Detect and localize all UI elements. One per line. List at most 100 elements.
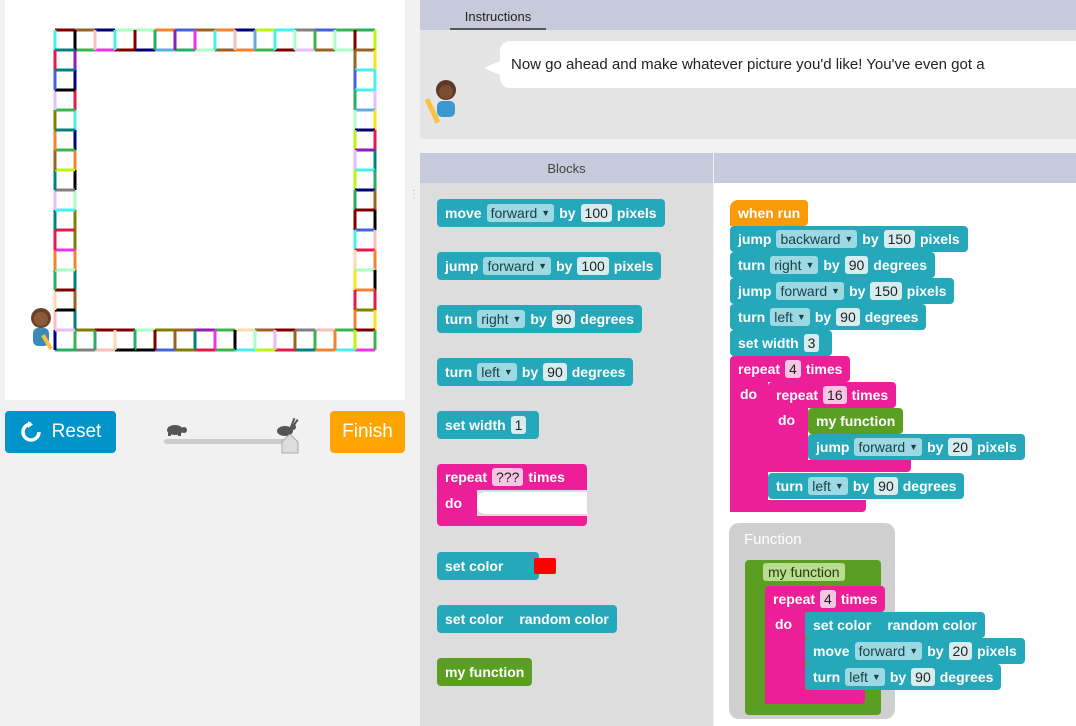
block-keyword: by [823,257,840,273]
block-keyword: repeat [773,591,816,607]
turtle-icon [164,420,188,441]
angle-input[interactable]: 90 [874,477,898,495]
set-width-block[interactable]: set width 3 [730,330,833,356]
random-color-value: random color [887,617,977,633]
direction-dropdown[interactable]: forward ▼ [854,438,923,456]
direction-dropdown[interactable]: backward ▼ [776,230,858,248]
toolbox-move-block[interactable]: move forward ▼ by 100 pixels [437,199,665,227]
turn-left-90-block[interactable]: turn left ▼ by 90 degrees [768,473,965,499]
toolbox-set-color-block[interactable]: set color [437,552,556,580]
direction-dropdown[interactable]: forward ▼ [776,282,845,300]
reset-label: Reset [51,421,102,442]
toolbox-set-width-block[interactable]: set width 1 [437,411,540,439]
dropdown-arrow-icon: ▼ [844,234,854,244]
jump-forward-block[interactable]: jump forward ▼ by 150 pixels [730,278,955,304]
block-keyword: by [889,669,907,685]
turn-right-block[interactable]: turn right ▼ by 90 degrees [730,252,935,278]
block-keyword: jump [738,231,772,247]
tab-instructions[interactable]: Instructions [450,5,546,30]
color-swatch[interactable] [534,558,556,574]
angle-input[interactable]: 90 [551,310,576,328]
block-keyword: times [840,591,878,607]
distance-input[interactable]: 150 [870,282,902,300]
reset-button[interactable]: Reset [5,411,116,453]
block-keyword: set color [813,617,872,633]
direction-dropdown[interactable]: left ▼ [770,308,810,326]
block-keyword: repeat [738,361,781,377]
block-keyword: times [851,387,889,403]
toolbox-set-random-color-block[interactable]: set color random color [437,605,617,633]
direction-dropdown[interactable]: forward ▼ [483,257,552,275]
width-input[interactable]: 3 [803,334,820,352]
function-turn-block[interactable]: turn left ▼ by 90 degrees [805,664,1002,690]
instruction-bubble: Now go ahead and make whatever picture y… [500,41,1076,88]
dropdown-arrow-icon: ▼ [538,261,548,271]
angle-input[interactable]: 90 [844,256,869,274]
slider-thumb[interactable] [280,433,300,459]
repeat-count-input[interactable]: ??? [492,468,524,486]
artist-drawing [53,28,377,352]
direction-dropdown[interactable]: forward ▼ [486,204,555,222]
function-move-block[interactable]: move forward ▼ by 20 pixels [805,638,1025,664]
direction-dropdown[interactable]: forward ▼ [854,642,923,660]
distance-input[interactable]: 100 [577,257,609,275]
repeat-count-input[interactable]: 4 [820,590,836,608]
block-keyword: by [862,231,879,247]
block-keyword: pixels [616,205,657,221]
distance-input[interactable]: 20 [948,438,972,456]
finish-button[interactable]: Finish [330,411,405,453]
dropdown-arrow-icon: ▼ [834,481,844,491]
turn-left-block[interactable]: turn left ▼ by 90 degrees [730,304,927,330]
character-avatar-icon [424,80,456,124]
block-keyword: my function [445,664,525,680]
dropdown-arrow-icon: ▼ [871,672,881,682]
jump-backward-block[interactable]: jump backward ▼ by 150 pixels [730,226,968,252]
block-keyword: when run [738,205,801,221]
block-keyword: move [445,205,482,221]
block-keyword: turn [813,669,841,685]
width-input[interactable]: 1 [510,416,527,434]
block-keyword: pixels [613,258,654,274]
function-frame-label: Function [744,531,802,548]
instruction-text: Now go ahead and make whatever picture y… [511,56,985,73]
direction-dropdown[interactable]: left ▼ [808,477,848,495]
toolbox-my-function-block[interactable]: my function [437,658,533,686]
toolbox-turn-right-block[interactable]: turn right ▼ by 90 degrees [437,305,642,333]
when-run-block[interactable]: when run [730,200,809,226]
block-keyword: turn [776,478,804,494]
block-keyword: by [849,283,866,299]
toolbox-turn-left-block[interactable]: turn left ▼ by 90 degrees [437,358,634,386]
speed-slider[interactable] [162,417,302,454]
call-my-function-block[interactable]: my function [808,408,904,434]
block-keyword: turn [445,311,473,327]
direction-dropdown[interactable]: left ▼ [845,668,885,686]
drawing-canvas [5,0,405,400]
repeat-count-input[interactable]: 16 [823,386,847,404]
block-keyword: degrees [902,478,957,494]
direction-dropdown[interactable]: right ▼ [477,310,526,328]
dropdown-arrow-icon: ▼ [512,314,522,324]
angle-input[interactable]: 90 [543,363,567,381]
block-keyword: jump [816,439,850,455]
repeat-count-input[interactable]: 4 [785,360,801,378]
distance-input[interactable]: 100 [580,204,612,222]
direction-dropdown[interactable]: left ▼ [477,363,517,381]
toolbox-repeat-block[interactable]: repeat ??? times do [437,464,587,526]
function-name-field[interactable]: my function [763,563,845,581]
direction-dropdown[interactable]: right ▼ [770,256,819,274]
do-label: do [740,386,758,402]
random-color-value: random color [519,611,609,627]
angle-input[interactable]: 90 [911,668,935,686]
distance-input[interactable]: 20 [948,642,973,660]
pane-resize-grip[interactable]: ⋮ [409,190,419,210]
jump-forward-20-block[interactable]: jump forward ▼ by 20 pixels [808,434,1025,460]
block-keyword: degrees [571,364,626,380]
function-set-color-block[interactable]: set color random color [805,612,985,638]
angle-input[interactable]: 90 [836,308,860,326]
distance-input[interactable]: 150 [883,230,915,248]
slider-track [164,439,288,444]
do-label: do [775,616,793,632]
block-keyword: degrees [873,257,927,273]
dropdown-arrow-icon: ▼ [796,312,806,322]
toolbox-jump-block[interactable]: jump forward ▼ by 100 pixels [437,252,662,280]
